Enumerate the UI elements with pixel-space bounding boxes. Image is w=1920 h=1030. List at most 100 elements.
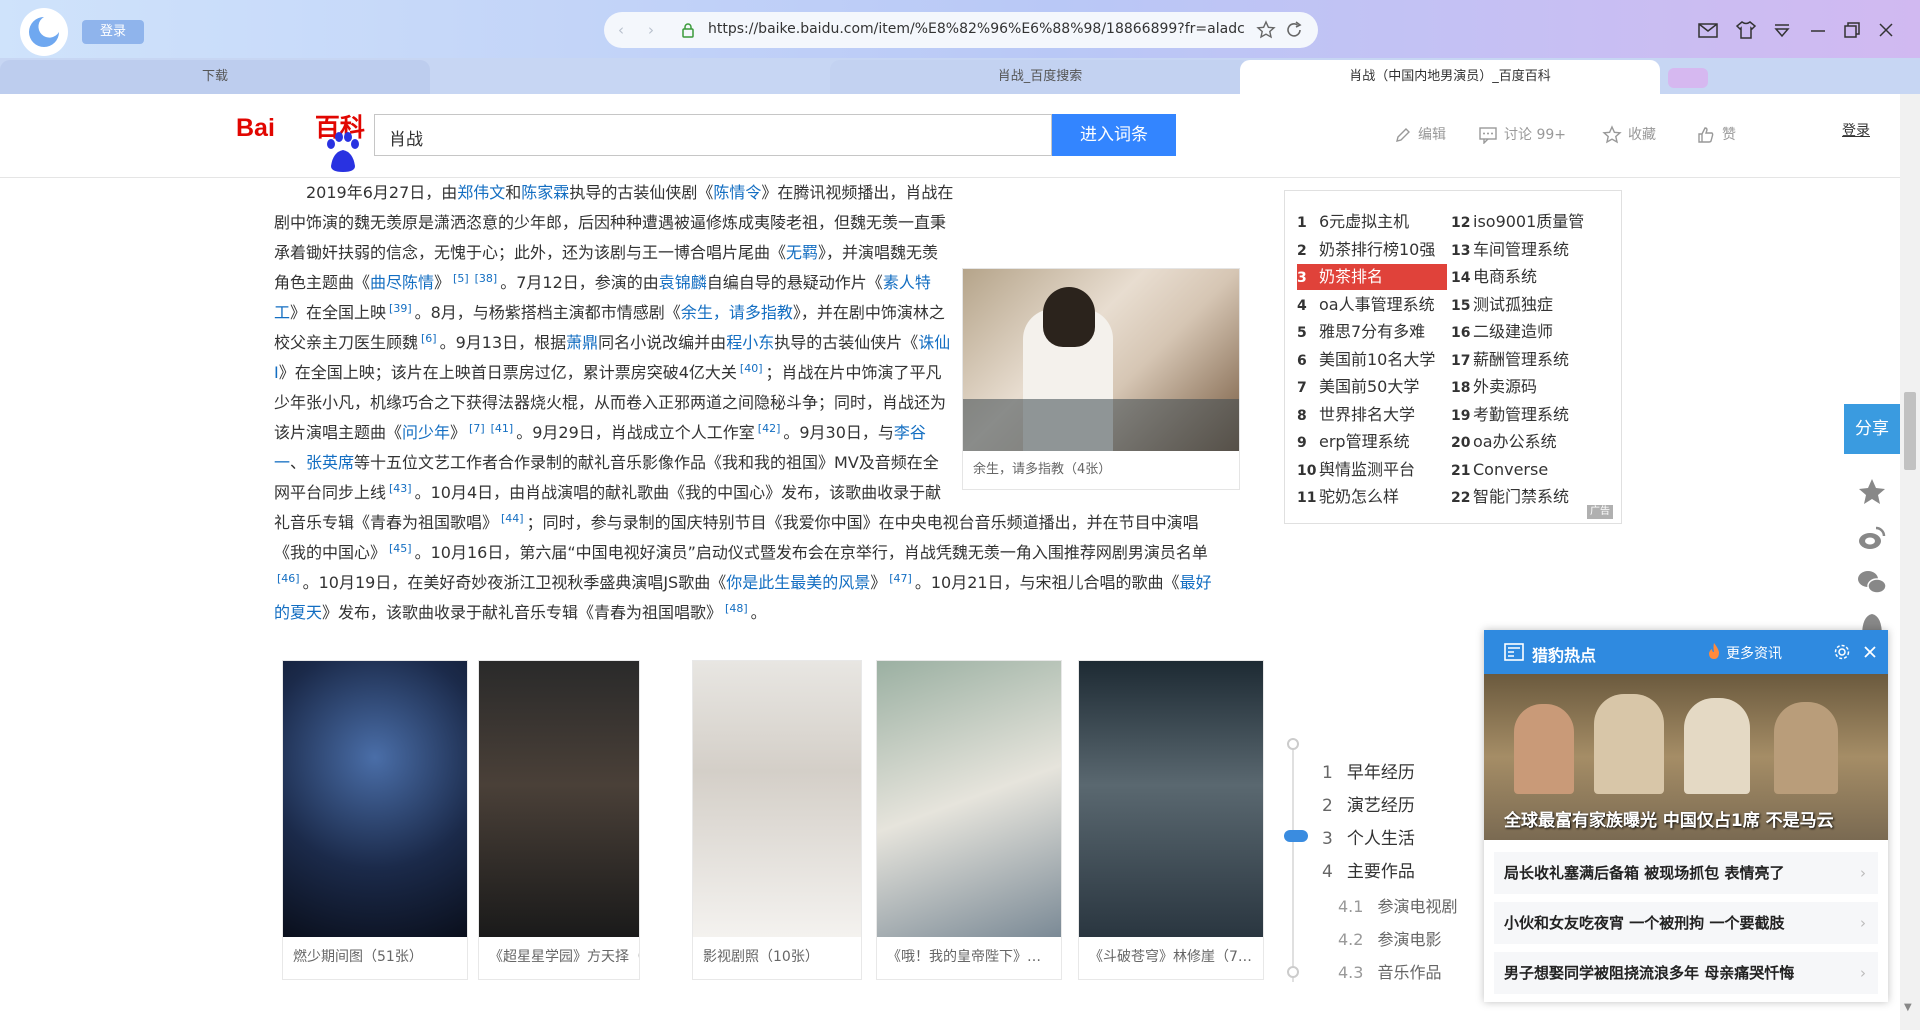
wechat-icon[interactable] <box>1856 566 1888 598</box>
ranking-item[interactable]: 21 Converse <box>1451 457 1611 483</box>
close-window-icon[interactable] <box>1874 18 1898 42</box>
gallery-image[interactable] <box>693 661 861 937</box>
minimize-icon[interactable] <box>1806 18 1830 42</box>
url-text[interactable]: https://baike.baidu.com/item/%E8%82%96%E… <box>708 21 1245 37</box>
ranking-item[interactable]: 15 测试孤独症 <box>1451 292 1611 318</box>
catalog-item[interactable]: 4 主要作品 <box>1322 857 1415 882</box>
citation-ref[interactable]: [46] <box>277 572 300 585</box>
popup-news-item[interactable]: 小伙和女友吃夜宵 一个被刑拘 一个要截肢 › <box>1494 902 1878 944</box>
refresh-icon[interactable] <box>1284 20 1304 40</box>
ranking-item[interactable]: 10 舆情监测平台 <box>1297 457 1447 483</box>
collect-button[interactable]: 收藏 <box>1602 124 1656 145</box>
citation-ref[interactable]: [45] <box>389 542 412 555</box>
link-yuan-jinlin[interactable]: 袁锦麟 <box>659 273 707 292</box>
weibo-icon[interactable] <box>1856 522 1888 554</box>
browser-logo[interactable] <box>20 8 68 56</box>
gallery-image[interactable] <box>283 661 467 937</box>
catalog-item[interactable]: 3 个人生活 <box>1322 824 1415 849</box>
ranking-item[interactable]: 6 美国前10名大学 <box>1297 347 1447 373</box>
popup-more-link[interactable]: 更多资讯 <box>1726 643 1782 663</box>
citation-ref[interactable]: [6] <box>421 332 437 345</box>
gallery-item[interactable]: 影视剧照（10张） <box>692 660 862 980</box>
ranking-item[interactable]: 18 外卖源码 <box>1451 374 1611 400</box>
edit-button[interactable]: 编辑 <box>1394 124 1446 144</box>
link-cheng-xiaodong[interactable]: 程小东 <box>726 333 774 352</box>
popup-close-icon[interactable] <box>1862 644 1878 660</box>
citation-ref[interactable]: [5] <box>453 272 469 285</box>
citation-ref[interactable]: [47] <box>889 572 912 585</box>
gallery-item[interactable]: 燃少期间图（51张） <box>282 660 468 980</box>
citation-ref[interactable]: [43] <box>389 482 412 495</box>
gallery-image[interactable] <box>479 661 639 937</box>
link-ni-shi-ci-sheng[interactable]: 你是此生最美的风景 <box>726 573 870 592</box>
catalog-subitem[interactable]: 4.2 参演电影 <box>1338 926 1441 950</box>
link-zhang-yingxi[interactable]: 张英席 <box>306 453 354 472</box>
ranking-item[interactable]: 13 车间管理系统 <box>1451 237 1611 263</box>
citation-ref[interactable]: [48] <box>725 602 748 615</box>
popup-news-item[interactable]: 局长收礼塞满后备箱 被现场抓包 表情亮了 › <box>1494 852 1878 894</box>
baike-logo[interactable]: Bai du 百科 <box>236 108 365 172</box>
citation-ref[interactable]: [38] <box>475 272 498 285</box>
tab-baidu-search[interactable]: 肖战_百度搜索 <box>830 60 1250 94</box>
ranking-item[interactable]: 8 世界排名大学 <box>1297 402 1447 428</box>
skin-shirt-icon[interactable] <box>1734 18 1758 42</box>
scrollbar-thumb[interactable] <box>1904 392 1916 470</box>
browser-login-button[interactable]: 登录 <box>82 20 144 44</box>
article-figure-image[interactable] <box>963 269 1239 451</box>
ranking-item[interactable]: 4 oa人事管理系统 <box>1297 292 1447 318</box>
qzone-star-icon[interactable] <box>1856 476 1888 508</box>
ranking-item[interactable]: 17 薪酬管理系统 <box>1451 347 1611 373</box>
ranking-item[interactable]: 7 美国前50大学 <box>1297 374 1447 400</box>
menu-dropdown-icon[interactable] <box>1770 18 1794 42</box>
link-wu-ji[interactable]: 无羁 <box>786 243 818 262</box>
baike-login-link[interactable]: 登录 <box>1842 120 1870 140</box>
popup-headline[interactable]: 全球最富有家族曝光 中国仅占1席 不是马云 <box>1504 806 1834 831</box>
ranking-item[interactable]: 14 电商系统 <box>1451 264 1611 290</box>
link-qu-jin-chen-qing[interactable]: 曲尽陈情 <box>370 273 434 292</box>
catalog-subitem[interactable]: 4.3 音乐作品 <box>1338 959 1441 983</box>
gallery-item[interactable]: 《斗破苍穹》林修崖（7… <box>1078 660 1264 980</box>
gallery-image[interactable] <box>877 661 1061 937</box>
gallery-item[interactable]: 《超星星学园》方天择（… <box>478 660 640 980</box>
back-icon[interactable]: ‹ <box>618 21 624 39</box>
citation-ref[interactable]: [44] <box>501 512 524 525</box>
like-button[interactable]: 赞 <box>1696 124 1736 145</box>
ranking-item[interactable]: 9 erp管理系统 <box>1297 429 1447 455</box>
ranking-item[interactable]: 20 oa办公系统 <box>1451 429 1611 455</box>
scroll-down-arrow[interactable]: ▼ <box>1904 1002 1912 1013</box>
ranking-item[interactable]: 2 奶茶排行榜10强 <box>1297 237 1447 263</box>
popup-news-item[interactable]: 男子想娶同学被阻挠流浪多年 母亲痛哭忏悔 › <box>1494 952 1878 994</box>
share-button[interactable]: 分享 <box>1844 404 1900 454</box>
mail-icon[interactable] <box>1696 18 1720 42</box>
article-figure[interactable]: 余生，请多指教（4张） <box>962 268 1240 490</box>
gallery-image[interactable] <box>1079 661 1263 937</box>
link-zheng-weiwen[interactable]: 郑伟文 <box>457 183 505 202</box>
restore-icon[interactable] <box>1840 18 1864 42</box>
address-bar[interactable]: ‹ › https://baike.baidu.com/item/%E8%82%… <box>604 12 1318 48</box>
ranking-item[interactable]: 16 二级建造师 <box>1451 319 1611 345</box>
forward-icon[interactable]: › <box>648 21 654 39</box>
link-chen-qing-ling[interactable]: 陈情令 <box>713 183 761 202</box>
ranking-item[interactable]: 11 驼奶怎么样 <box>1297 484 1447 510</box>
ranking-item[interactable]: 1 6元虚拟主机 <box>1297 209 1447 235</box>
link-chen-jialin[interactable]: 陈家霖 <box>521 183 569 202</box>
link-wen-shao-nian[interactable]: 问少年 <box>402 423 450 442</box>
search-input[interactable]: 肖战 <box>374 114 1052 156</box>
ranking-item[interactable]: 19 考勤管理系统 <box>1451 402 1611 428</box>
ranking-item[interactable]: 5 雅思7分有多难 <box>1297 319 1447 345</box>
catalog-item[interactable]: 1 早年经历 <box>1322 758 1415 783</box>
popup-headline-image[interactable]: 全球最富有家族曝光 中国仅占1席 不是马云 <box>1484 674 1888 840</box>
settings-gear-icon[interactable] <box>1834 644 1850 660</box>
link-xiao-ding[interactable]: 萧鼎 <box>566 333 598 352</box>
citation-ref[interactable]: [40] <box>740 362 763 375</box>
ranking-item[interactable]: 12 iso9001质量管 <box>1451 209 1611 235</box>
citation-ref[interactable]: [7] <box>469 422 485 435</box>
tab-baike[interactable]: 肖战（中国内地男演员）_百度百科 <box>1240 60 1660 94</box>
ranking-item[interactable]: 3 奶茶排名 <box>1297 264 1447 290</box>
gallery-item[interactable]: 《哦！我的皇帝陛下》… <box>876 660 1062 980</box>
page-scrollbar[interactable]: ▼ <box>1900 94 1920 1030</box>
new-tab-button[interactable] <box>1668 68 1708 88</box>
discuss-button[interactable]: 讨论 99+ <box>1478 124 1566 145</box>
bookmark-star-icon[interactable] <box>1256 20 1276 40</box>
ranking-item[interactable]: 22 智能门禁系统 <box>1451 484 1611 510</box>
